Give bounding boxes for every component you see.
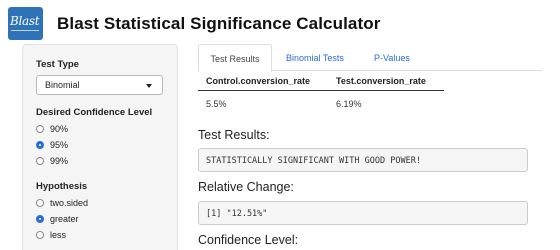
confidence-level-label: Desired Confidence Level [36, 107, 153, 118]
app-header: Blast Blast Statistical Significance Cal… [0, 0, 560, 42]
tab-bar: Test Results Binomial Tests P-Values [198, 44, 542, 72]
confidence-option-99[interactable]: 99% [36, 153, 177, 169]
main-panel: Test Results Binomial Tests P-Values Con… [198, 44, 560, 250]
hypothesis-option-greater[interactable]: greater [36, 211, 177, 227]
table-cell-control-rate: 5.5% [206, 99, 227, 109]
confidence-option-95[interactable]: 95% [36, 137, 177, 153]
radio-checked-icon[interactable] [36, 215, 44, 223]
table-cell-test-rate: 6.19% [336, 99, 362, 109]
radio-icon[interactable] [36, 157, 44, 165]
caret-down-icon [146, 84, 152, 88]
radio-label: two.sided [50, 198, 89, 208]
tab-p-values[interactable]: P-Values [374, 44, 410, 71]
test-type-value: Binomial [45, 80, 80, 90]
radio-label: 95% [50, 140, 69, 150]
radio-icon[interactable] [36, 231, 44, 239]
blast-logo: Blast [8, 7, 43, 40]
confidence-option-90[interactable]: 90% [36, 121, 177, 137]
sidebar-panel: Test Type Binomial Desired Confidence Le… [22, 44, 178, 250]
tab-test-results[interactable]: Test Results [198, 44, 272, 72]
hypothesis-label: Hypothesis [36, 181, 88, 192]
confidence-level-heading: Confidence Level: [198, 233, 299, 247]
radio-label: greater [50, 214, 79, 224]
radio-icon[interactable] [36, 199, 44, 207]
hypothesis-option-less[interactable]: less [36, 227, 177, 243]
app-title: Blast Statistical Significance Calculato… [57, 14, 381, 33]
radio-icon[interactable] [36, 125, 44, 133]
logo-text: Blast [10, 14, 40, 28]
test-type-label: Test Type [36, 59, 79, 70]
relative-change-heading: Relative Change: [198, 180, 294, 194]
hypothesis-option-two-sided[interactable]: two.sided [36, 195, 177, 211]
test-results-output: STATISTICALLY SIGNIFICANT WITH GOOD POWE… [198, 148, 528, 172]
tab-binomial-tests[interactable]: Binomial Tests [286, 44, 344, 71]
test-type-select[interactable]: Binomial [36, 75, 163, 95]
radio-label: 99% [50, 156, 69, 166]
radio-checked-icon[interactable] [36, 141, 44, 149]
radio-label: 90% [50, 124, 69, 134]
relative-change-output: [1] "12.51%" [198, 201, 528, 225]
table-header-test: Test.conversion_rate [336, 76, 426, 86]
radio-label: less [50, 230, 67, 240]
test-results-heading: Test Results: [198, 128, 270, 142]
table-header-control: Control.conversion_rate [206, 76, 311, 86]
table-divider [198, 90, 444, 91]
